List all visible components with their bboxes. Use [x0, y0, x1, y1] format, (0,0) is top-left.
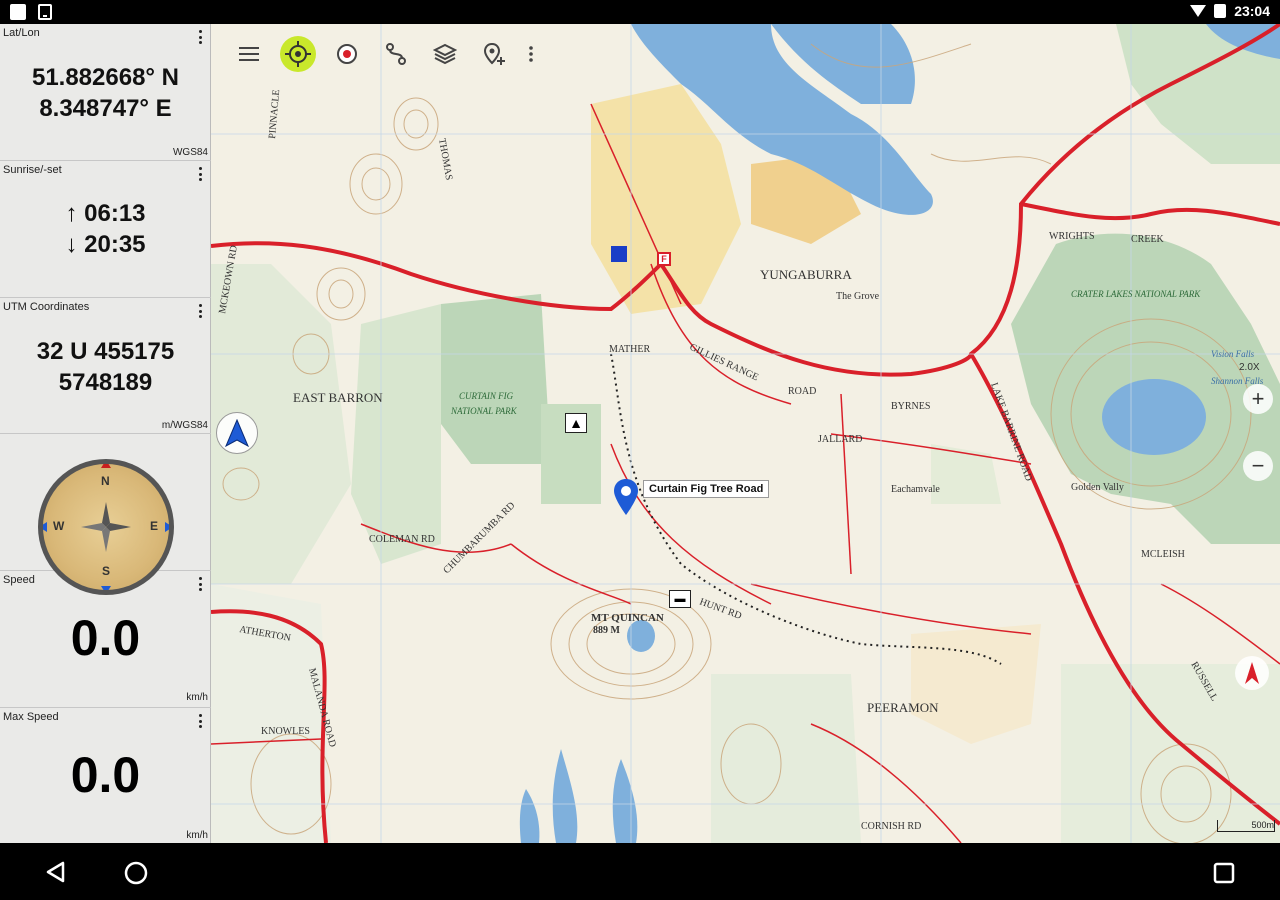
- speed-value: 0.0: [70, 610, 141, 666]
- max-speed-unit: km/h: [186, 830, 208, 841]
- zoom-in-button[interactable]: +: [1243, 384, 1273, 414]
- track-line: [610, 353, 1002, 665]
- system-nav-bar: [0, 843, 1280, 900]
- battery-icon: [1214, 4, 1227, 18]
- zoom-level-label: 2.0X: [1239, 362, 1260, 373]
- widget-menu-icon[interactable]: [199, 714, 203, 728]
- navigation-arrow-icon[interactable]: [216, 412, 258, 454]
- parking-icon[interactable]: [611, 246, 627, 262]
- speed-widget[interactable]: Speed 0.0 km/h: [0, 571, 211, 708]
- wifi-icon: [1190, 5, 1207, 17]
- zoom-out-button[interactable]: −: [1243, 451, 1273, 481]
- latitude-value: 51.882668° N: [31, 64, 180, 91]
- record-icon[interactable]: [329, 36, 365, 72]
- place-label: Golden Vally: [1071, 482, 1124, 493]
- latlon-widget[interactable]: Lat/Lon 51.882668° N 8.348747° E WGS84: [0, 24, 211, 161]
- place-label: PEERAMON: [867, 700, 939, 715]
- utm-zone-easting: 32 U 455175: [36, 338, 175, 365]
- place-label: The Grove: [836, 291, 880, 302]
- place-label: Eachamvale: [891, 484, 940, 495]
- place-label: NATIONAL PARK: [450, 406, 518, 416]
- back-icon[interactable]: [45, 861, 67, 883]
- place-label: ROAD: [788, 386, 816, 397]
- sunset-value: ↓ 20:35: [65, 231, 146, 258]
- place-label: CREEK: [1131, 234, 1165, 245]
- scale-label: 500m: [1251, 820, 1274, 830]
- menu-icon[interactable]: [231, 36, 267, 72]
- map-toolbar: [231, 36, 537, 72]
- place-label: HUNT RD: [698, 596, 743, 621]
- widget-menu-icon[interactable]: [199, 577, 203, 591]
- longitude-value: 8.348747° E: [39, 95, 172, 122]
- place-label: CRATER LAKES NATIONAL PARK: [1071, 289, 1201, 299]
- widget-title: Max Speed: [3, 711, 59, 723]
- place-label: THOMAS: [436, 138, 454, 182]
- place-label: CURTAIN FIG: [459, 391, 514, 401]
- utm-northing: 5748189: [58, 369, 153, 396]
- place-label: JALLARD: [818, 434, 862, 445]
- max-speed-widget[interactable]: Max Speed 0.0 km/h: [0, 708, 211, 843]
- campground-icon[interactable]: ▲: [565, 413, 587, 433]
- marker-label[interactable]: Curtain Fig Tree Road: [643, 480, 770, 498]
- place-label: EAST BARRON: [293, 390, 383, 405]
- utm-widget[interactable]: UTM Coordinates 32 U 455175 5748189 m/WG…: [0, 298, 211, 434]
- location-pin-icon[interactable]: [614, 479, 638, 515]
- place-label: CORNISH RD: [861, 821, 921, 832]
- gps-target-icon[interactable]: [280, 36, 316, 72]
- place-label: PINNACLE: [267, 89, 282, 139]
- notification-icon: [10, 4, 26, 20]
- recents-icon[interactable]: [1213, 862, 1235, 884]
- widget-title: Lat/Lon: [3, 27, 40, 39]
- widget-menu-icon[interactable]: [199, 167, 203, 181]
- utm-unit: m/WGS84: [161, 420, 208, 431]
- widget-title: UTM Coordinates: [3, 301, 90, 313]
- fuel-icon[interactable]: F: [657, 252, 671, 266]
- clock: 23:04: [1234, 3, 1270, 19]
- datum-label: WGS84: [172, 147, 208, 158]
- widget-menu-icon[interactable]: [199, 304, 203, 318]
- urban-layer: [591, 84, 1041, 744]
- status-bar: 23:04: [0, 0, 1280, 24]
- place-label: Vision Falls: [1211, 349, 1255, 359]
- widget-menu-icon[interactable]: [199, 30, 203, 44]
- place-label: COLEMAN RD: [369, 534, 435, 545]
- place-label: MCLEISH: [1141, 549, 1185, 560]
- more-icon[interactable]: [525, 36, 537, 72]
- layers-icon[interactable]: [427, 36, 463, 72]
- place-label: LAKE BARRINE ROAD: [988, 381, 1034, 482]
- widget-title: Speed: [3, 574, 35, 586]
- north-arrow-icon[interactable]: [1235, 656, 1269, 690]
- place-label: GILLIES RANGE: [688, 342, 760, 384]
- bus-icon[interactable]: ▬: [669, 590, 691, 608]
- place-label: CHUMBARUMBA RD: [441, 500, 517, 576]
- place-label: MATHER: [609, 344, 650, 355]
- map-canvas: YUNGABURRA EAST BARRON MT QUINCAN 889 M …: [211, 24, 1280, 843]
- topo-map[interactable]: YUNGABURRA EAST BARRON MT QUINCAN 889 M …: [211, 24, 1280, 843]
- scale-bar: 500m: [1217, 820, 1275, 832]
- sunrise-widget[interactable]: Sunrise/-set ↑ 06:13 ↓ 20:35: [0, 161, 211, 298]
- speed-unit: km/h: [186, 692, 208, 703]
- widget-title: Sunrise/-set: [3, 164, 62, 176]
- route-icon[interactable]: [378, 36, 414, 72]
- place-label: BYRNES: [891, 401, 930, 412]
- home-icon[interactable]: [124, 861, 148, 885]
- add-marker-icon[interactable]: [476, 36, 512, 72]
- place-label: 889 M: [593, 625, 621, 636]
- sunrise-value: ↑ 06:13: [65, 200, 146, 227]
- place-label: KNOWLES: [261, 726, 310, 737]
- place-label: WRIGHTS: [1049, 231, 1095, 242]
- dashboard-panel: Lat/Lon 51.882668° N 8.348747° E WGS84 S…: [0, 24, 211, 843]
- download-icon: [38, 4, 52, 20]
- place-label: YUNGABURRA: [760, 267, 852, 282]
- place-label: MT QUINCAN: [591, 612, 664, 624]
- max-speed-value: 0.0: [70, 747, 141, 803]
